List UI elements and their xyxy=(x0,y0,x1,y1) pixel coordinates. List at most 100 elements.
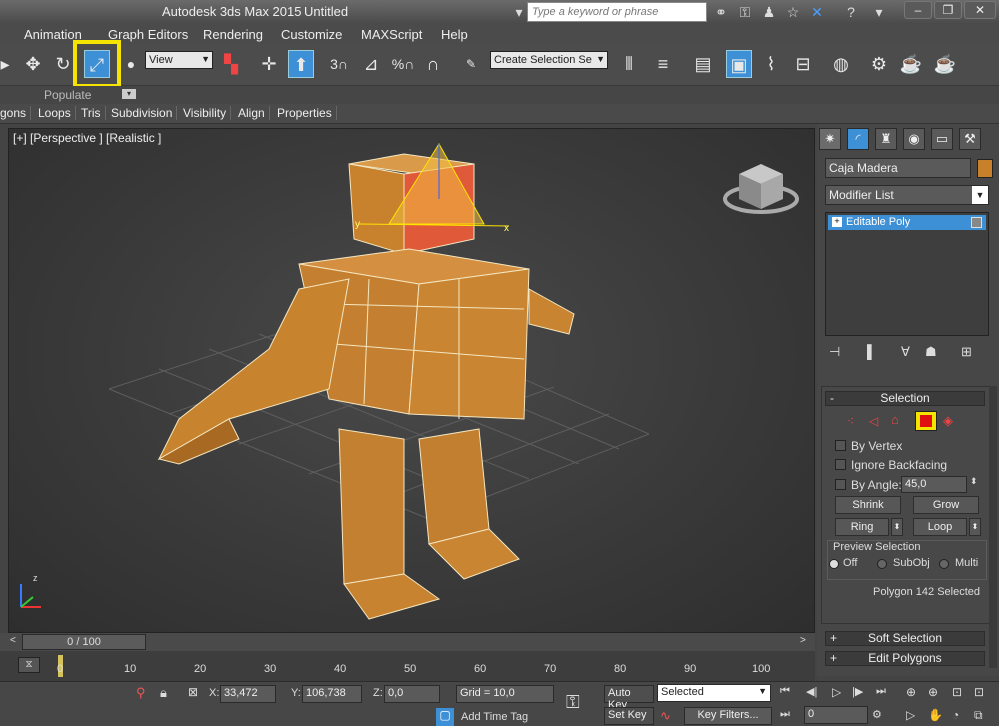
display-tab-icon[interactable]: ▭ xyxy=(931,128,953,150)
preview-multi-radio[interactable] xyxy=(939,559,949,569)
schematic-view-icon[interactable]: ⊟ xyxy=(790,50,816,78)
track-bar[interactable]: ⧖ 0 10 20 30 40 50 60 70 80 90 100 xyxy=(0,651,815,681)
make-unique-icon[interactable]: ∀ xyxy=(901,344,910,360)
previous-frame-icon[interactable]: ◀| xyxy=(806,685,817,698)
shrink-button[interactable]: Shrink xyxy=(835,496,901,514)
ribbon-toggle-icon[interactable]: ▾ xyxy=(122,89,136,99)
element-mode-icon[interactable]: ◈ xyxy=(943,413,953,429)
border-mode-icon[interactable]: ⌂ xyxy=(891,412,899,427)
pan-icon[interactable]: ✋ xyxy=(928,708,943,722)
zoom-extents-all-icon[interactable]: ⊡ xyxy=(974,685,984,699)
ring-spinner-icon[interactable]: ⬍ xyxy=(891,518,903,536)
ribbon-tab-subdivision[interactable]: Subdivision xyxy=(111,106,178,120)
key-mode-icon[interactable]: ⏭ xyxy=(780,708,790,721)
show-end-result-icon[interactable]: ▌ xyxy=(867,344,876,359)
menu-help[interactable]: Help xyxy=(441,27,468,42)
create-tab-icon[interactable]: ✷ xyxy=(819,128,841,150)
zoom-icon[interactable]: ⊕ xyxy=(906,685,916,699)
help-icon[interactable]: ? xyxy=(842,3,860,21)
configure-sets-icon[interactable]: ⊞ xyxy=(961,344,972,360)
place-icon[interactable]: ● xyxy=(118,50,144,78)
key-selection-dropdown[interactable]: Selected ▼ xyxy=(657,684,771,702)
modifier-list-dropdown[interactable]: Modifier List ▼ xyxy=(825,185,989,205)
scene-explorer-icon[interactable]: ▣ xyxy=(726,50,752,78)
restore-button[interactable]: ❐ xyxy=(934,1,962,19)
time-config-icon[interactable]: ⚙ xyxy=(872,708,882,721)
keyboard-shortcut-icon[interactable]: ⬆ xyxy=(288,50,314,78)
mirror-icon[interactable]: ⫴ xyxy=(616,50,642,78)
search-input[interactable]: Type a keyword or phrase xyxy=(527,2,707,22)
ribbon-tab-tris[interactable]: Tris xyxy=(81,106,106,120)
minimize-button[interactable]: – xyxy=(904,1,932,19)
loop-button[interactable]: Loop xyxy=(913,518,967,536)
prev-frame-icon[interactable]: < xyxy=(10,635,16,646)
ribbon-tab-visibility[interactable]: Visibility xyxy=(183,106,232,120)
ignore-backfacing-checkbox[interactable] xyxy=(835,459,846,470)
remove-modifier-icon[interactable]: ☗ xyxy=(925,344,937,360)
by-angle-checkbox[interactable] xyxy=(835,479,846,490)
grow-button[interactable]: Grow xyxy=(913,496,979,514)
y-coordinate-field[interactable]: 106,738 xyxy=(302,685,362,703)
hierarchy-tab-icon[interactable]: ♜ xyxy=(875,128,897,150)
rendered-frame-icon[interactable]: ☕ xyxy=(898,50,924,78)
current-frame-field[interactable]: 0 xyxy=(804,706,868,724)
viewcube[interactable] xyxy=(723,164,799,214)
play-icon[interactable]: ▷ xyxy=(832,685,841,699)
time-tag-icon[interactable]: ▢ xyxy=(436,708,454,726)
key-filters-button[interactable]: Key Filters... xyxy=(684,707,772,725)
menu-customize[interactable]: Customize xyxy=(281,27,342,42)
spinner-snap-icon[interactable]: ∩ xyxy=(420,50,446,78)
edit-polygons-header[interactable]: + Edit Polygons xyxy=(825,651,985,666)
menu-rendering[interactable]: Rendering xyxy=(203,27,263,42)
perspective-viewport[interactable]: [+] [Perspective ] [Realistic ] x y z xyxy=(8,128,815,633)
z-coordinate-field[interactable]: 0,0 xyxy=(384,685,440,703)
move-icon[interactable]: ✥ xyxy=(20,50,46,78)
go-to-end-icon[interactable]: ⏭ xyxy=(876,685,886,698)
layer-explorer-icon[interactable]: ▤ xyxy=(690,50,716,78)
binoculars-icon[interactable]: ⚭ xyxy=(712,3,730,21)
render-setup-icon[interactable]: ⚙ xyxy=(866,50,892,78)
utilities-tab-icon[interactable]: ⚒ xyxy=(959,128,981,150)
edit-named-selection-icon[interactable]: ✎ xyxy=(458,50,484,78)
isolate-icon[interactable]: ⚲ xyxy=(136,685,146,701)
render-production-icon[interactable]: ☕ xyxy=(932,50,958,78)
time-slider[interactable]: 0 / 100 xyxy=(22,634,146,650)
vertex-mode-icon[interactable]: ⁖ xyxy=(847,414,854,428)
star-icon[interactable]: ☆ xyxy=(784,3,802,21)
pin-stack-icon[interactable]: ⊣ xyxy=(829,344,840,360)
modify-tab-icon[interactable]: ◜ xyxy=(847,128,869,150)
mini-curve-editor-icon[interactable]: ⧖ xyxy=(18,657,40,673)
help-dropdown-icon[interactable]: ▾ xyxy=(870,3,888,21)
curve-editor-icon[interactable]: ⌇ xyxy=(758,50,784,78)
select-manipulate-icon[interactable]: ✛ xyxy=(256,50,282,78)
by-vertex-checkbox[interactable] xyxy=(835,440,846,451)
ribbon-tab-loops[interactable]: Loops xyxy=(38,106,76,120)
exchange-icon[interactable]: ✕ xyxy=(808,3,826,21)
angle-snap-icon[interactable]: ⊿ xyxy=(358,50,384,78)
orbit-icon[interactable]: ◔ xyxy=(952,708,959,722)
key-icon[interactable]: ⚿ xyxy=(736,3,754,21)
user-icon[interactable]: ♟ xyxy=(760,3,778,21)
reference-coordinate-dropdown[interactable]: View ▼ xyxy=(145,51,213,69)
ring-button[interactable]: Ring xyxy=(835,518,889,536)
next-frame-icon[interactable]: > xyxy=(800,635,806,646)
material-editor-icon[interactable]: ◍ xyxy=(828,50,854,78)
spinner-arrows-icon[interactable]: ⬍ xyxy=(970,476,978,487)
edge-mode-icon[interactable]: ◁ xyxy=(869,414,878,428)
pivot-icon[interactable]: ▚ xyxy=(218,50,244,78)
selection-rollout-header[interactable]: - Selection xyxy=(825,391,985,406)
close-button[interactable]: ✕ xyxy=(964,1,996,19)
loop-spinner-icon[interactable]: ⬍ xyxy=(969,518,981,536)
ribbon-tab-polygons[interactable]: gons xyxy=(0,106,32,120)
stack-item-editable-poly[interactable]: + Editable Poly xyxy=(828,215,986,230)
select-icon[interactable]: ▸ xyxy=(0,50,18,78)
preview-off-radio[interactable] xyxy=(829,559,839,569)
set-key-button[interactable]: Set Key xyxy=(604,707,654,725)
motion-tab-icon[interactable]: ◉ xyxy=(903,128,925,150)
zoom-all-icon[interactable]: ⊕ xyxy=(928,685,938,699)
go-to-start-icon[interactable]: ⏮ xyxy=(780,685,790,698)
zoom-extents-icon[interactable]: ⊡ xyxy=(952,685,962,699)
ribbon-tab-align[interactable]: Align xyxy=(238,106,270,120)
key-curve-icon[interactable]: ∿ xyxy=(660,708,671,724)
snap-toggle-icon[interactable]: 3∩ xyxy=(326,50,352,78)
